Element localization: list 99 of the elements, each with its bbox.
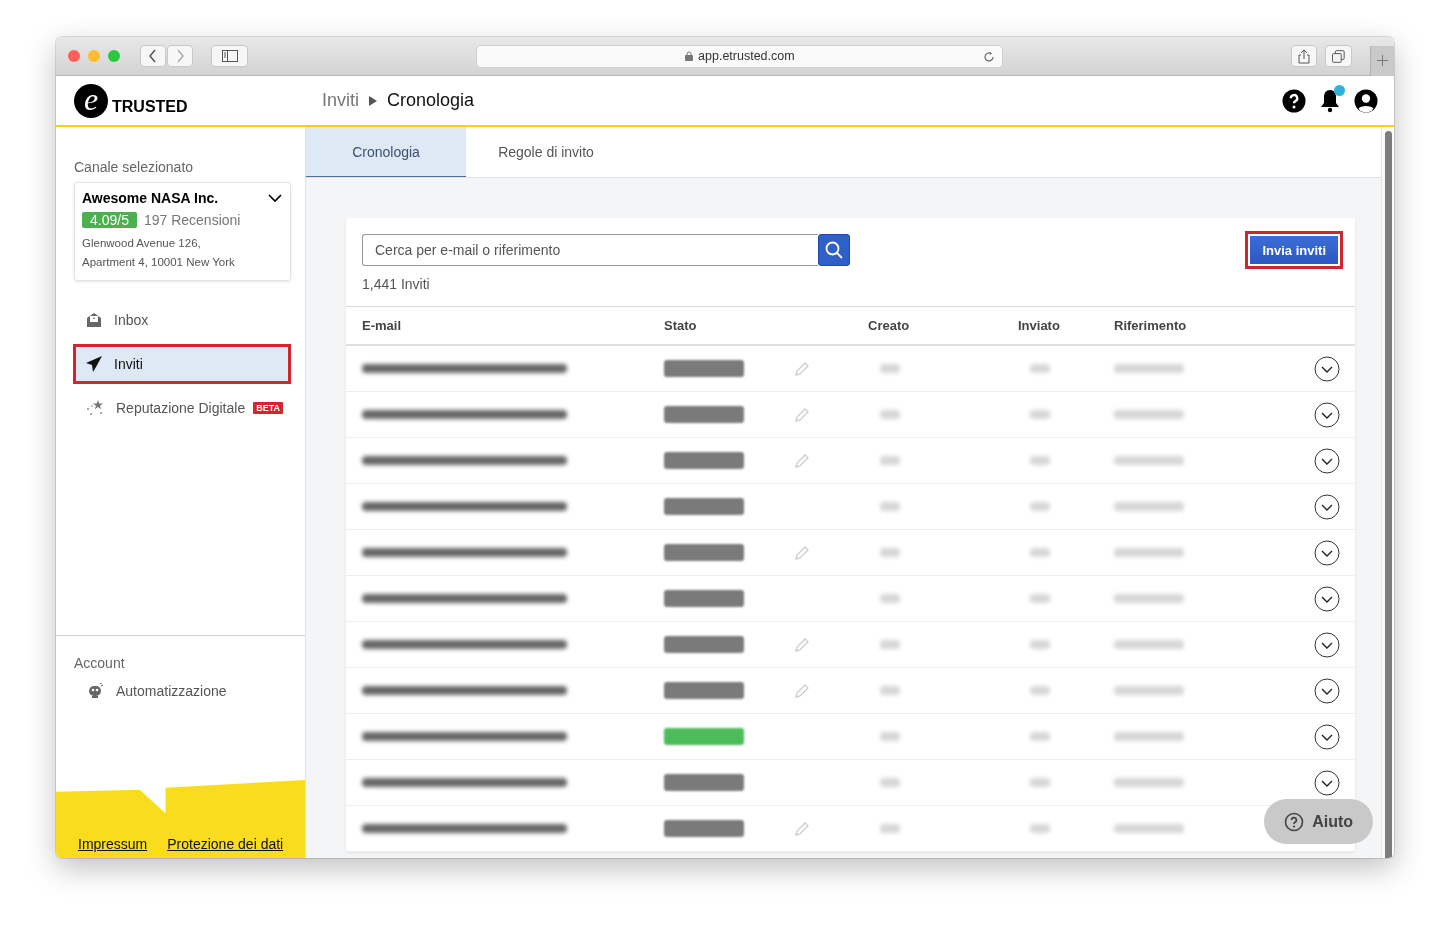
expand-row-icon[interactable] bbox=[1314, 677, 1340, 704]
blurred-date bbox=[880, 410, 900, 419]
blurred-date bbox=[1030, 548, 1050, 557]
invite-count: 1,441 Inviti bbox=[362, 276, 431, 292]
expand-row-icon[interactable] bbox=[1314, 723, 1340, 750]
logo-text: TRUSTED bbox=[112, 97, 188, 116]
help-icon bbox=[1284, 811, 1305, 832]
back-button[interactable] bbox=[140, 45, 166, 67]
blurred-reference bbox=[1114, 456, 1184, 465]
scrollbar-thumb[interactable] bbox=[1384, 131, 1392, 858]
column-header: Inviato bbox=[1018, 318, 1060, 333]
footer-link[interactable]: Impressum bbox=[78, 836, 148, 852]
reload-icon[interactable] bbox=[983, 50, 996, 63]
beta-badge: BETA bbox=[253, 402, 284, 414]
expand-row-icon[interactable] bbox=[1314, 447, 1340, 474]
column-header: Riferimento bbox=[1114, 318, 1188, 333]
sidebar-toggle-button[interactable] bbox=[211, 45, 249, 67]
blurred-date bbox=[1030, 778, 1050, 787]
breadcrumb-arrow-icon bbox=[369, 95, 377, 106]
column-header: Creato bbox=[868, 318, 910, 333]
expand-row-icon[interactable] bbox=[1314, 769, 1340, 796]
paper-plane-icon bbox=[86, 356, 102, 372]
sidebar-icon bbox=[221, 50, 238, 62]
lock-icon bbox=[685, 51, 694, 61]
blurred-date bbox=[1030, 364, 1050, 373]
blurred-reference bbox=[1114, 502, 1184, 511]
share-icon bbox=[1298, 48, 1311, 64]
blurred-date bbox=[880, 640, 900, 649]
send-invites-button[interactable]: Invia inviti bbox=[1245, 231, 1343, 269]
sparkle-stars-icon bbox=[86, 400, 104, 416]
blurred-reference bbox=[1114, 640, 1184, 649]
plus-icon bbox=[1377, 55, 1388, 66]
channel-name: Awesome NASA Inc. bbox=[82, 190, 219, 206]
address-line: Apartment 4, 10001 New York bbox=[82, 255, 236, 270]
column-header: E-mail bbox=[362, 318, 402, 333]
blurred-date bbox=[880, 364, 900, 373]
blurred-reference bbox=[1114, 824, 1184, 833]
blurred-date bbox=[880, 548, 900, 557]
channel-selector[interactable]: Awesome NASA Inc. 4.09/5 197 Recensioni Glenwood Avenue 126, Apartment 4, 10001 New York bbox=[74, 182, 291, 281]
logo-mark: e bbox=[74, 83, 108, 118]
blurred-date bbox=[1030, 824, 1050, 833]
address-bar[interactable]: app.etrusted.com bbox=[476, 44, 1004, 68]
expand-row-icon[interactable] bbox=[1314, 493, 1340, 520]
sidebar-item[interactable]: Inbox bbox=[73, 304, 291, 336]
blurred-date bbox=[1030, 686, 1050, 695]
overlapping-squares-icon bbox=[1332, 49, 1345, 63]
blurred-date bbox=[1030, 410, 1050, 419]
chevron-left-icon bbox=[148, 49, 158, 63]
chevron-right-icon bbox=[175, 49, 185, 63]
search-icon bbox=[825, 241, 843, 259]
blurred-date bbox=[880, 594, 900, 603]
blurred-date bbox=[1030, 640, 1050, 649]
bell-icon[interactable] bbox=[1318, 87, 1342, 114]
blurred-date bbox=[1030, 456, 1050, 465]
help-button[interactable]: Aiuto bbox=[1264, 799, 1373, 844]
blurred-date bbox=[880, 502, 900, 511]
new-tab-button[interactable] bbox=[1370, 45, 1394, 76]
expand-row-icon[interactable] bbox=[1314, 585, 1340, 612]
footer-link[interactable]: Protezione dei dati bbox=[167, 836, 284, 852]
expand-row-icon[interactable] bbox=[1314, 401, 1340, 428]
blurred-reference bbox=[1114, 548, 1184, 557]
tabs-overview-button[interactable] bbox=[1325, 45, 1352, 67]
user-avatar-icon[interactable] bbox=[1354, 88, 1378, 113]
blurred-date bbox=[1030, 594, 1050, 603]
help-icon[interactable] bbox=[1282, 88, 1306, 113]
review-count: 197 Recensioni bbox=[143, 212, 241, 228]
sidebar-item[interactable]: Inviti bbox=[73, 344, 291, 384]
blurred-reference bbox=[1114, 364, 1184, 373]
url-text: app.etrusted.com bbox=[698, 49, 795, 63]
section-label: Account bbox=[74, 655, 126, 671]
blurred-date bbox=[880, 732, 900, 741]
blurred-reference bbox=[1114, 594, 1184, 603]
blurred-date bbox=[880, 686, 900, 695]
expand-row-icon[interactable] bbox=[1314, 355, 1340, 382]
sidebar-item[interactable]: Automatizzazione bbox=[73, 675, 291, 707]
blurred-reference bbox=[1114, 410, 1184, 419]
chevron-down-icon bbox=[268, 193, 282, 203]
search-button[interactable] bbox=[818, 234, 850, 266]
breadcrumb-item[interactable]: Inviti bbox=[322, 90, 359, 111]
breadcrumb-item: Cronologia bbox=[387, 90, 475, 111]
rating-badge: 4.09/5 bbox=[82, 212, 137, 228]
tab[interactable]: Cronologia bbox=[306, 127, 466, 177]
address-line: Glenwood Avenue 126, bbox=[82, 236, 202, 251]
blurred-date bbox=[880, 778, 900, 787]
blurred-date bbox=[1030, 502, 1050, 511]
sidebar-item[interactable]: Reputazione Digitale BETA bbox=[73, 392, 291, 424]
envelope-icon bbox=[86, 312, 102, 328]
robot-icon bbox=[86, 683, 104, 699]
section-label: Canale selezionato bbox=[74, 159, 195, 175]
blurred-reference bbox=[1114, 686, 1184, 695]
blurred-reference bbox=[1114, 778, 1184, 787]
expand-row-icon[interactable] bbox=[1314, 539, 1340, 566]
blurred-date bbox=[880, 824, 900, 833]
expand-row-icon[interactable] bbox=[1314, 631, 1340, 658]
blurred-reference bbox=[1114, 732, 1184, 741]
column-header: Stato bbox=[664, 318, 698, 333]
search-field[interactable]: Cerca per e-mail o riferimento bbox=[362, 234, 818, 266]
blurred-date bbox=[1030, 732, 1050, 741]
blurred-date bbox=[880, 456, 900, 465]
